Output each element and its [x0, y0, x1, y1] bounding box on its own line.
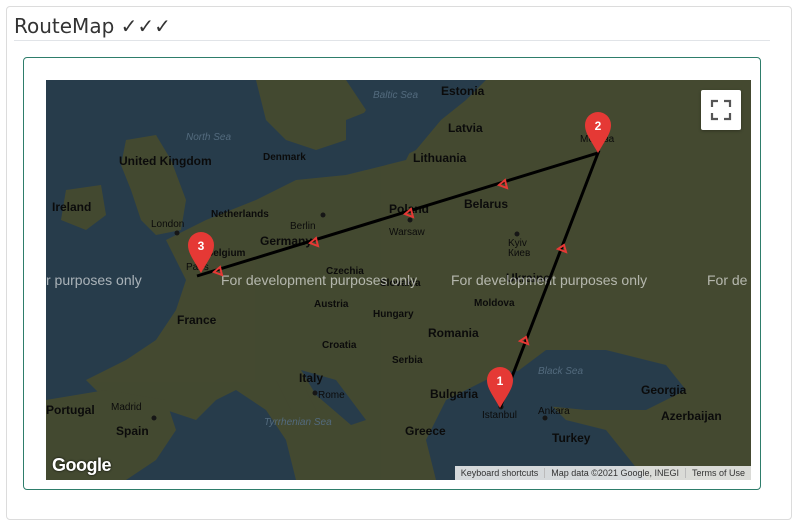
map-data-text: Map data ©2021 Google, INEGI	[545, 468, 686, 478]
map-canvas[interactable]: Baltic Sea North Sea Black Sea Tyrrhenia…	[46, 80, 751, 480]
fullscreen-button[interactable]	[701, 90, 741, 130]
map-attribution: Keyboard shortcuts Map data ©2021 Google…	[454, 466, 751, 480]
google-logo[interactable]: Google	[52, 455, 112, 476]
watermark: r purposes only	[46, 272, 142, 288]
watermark: For development purposes only	[221, 272, 417, 288]
fullscreen-icon	[710, 99, 732, 121]
watermark: For de	[707, 272, 748, 288]
title-divider	[14, 40, 770, 41]
marker-label: 1	[497, 374, 504, 388]
terms-of-use-link[interactable]: Terms of Use	[686, 468, 751, 478]
keyboard-shortcuts-link[interactable]: Keyboard shortcuts	[455, 468, 546, 478]
map-view[interactable]: Baltic Sea North Sea Black Sea Tyrrhenia…	[46, 80, 751, 480]
page-title: RouteMap ✓✓✓	[14, 14, 171, 38]
marker-label: 3	[198, 239, 205, 253]
marker-label: 2	[595, 119, 602, 133]
